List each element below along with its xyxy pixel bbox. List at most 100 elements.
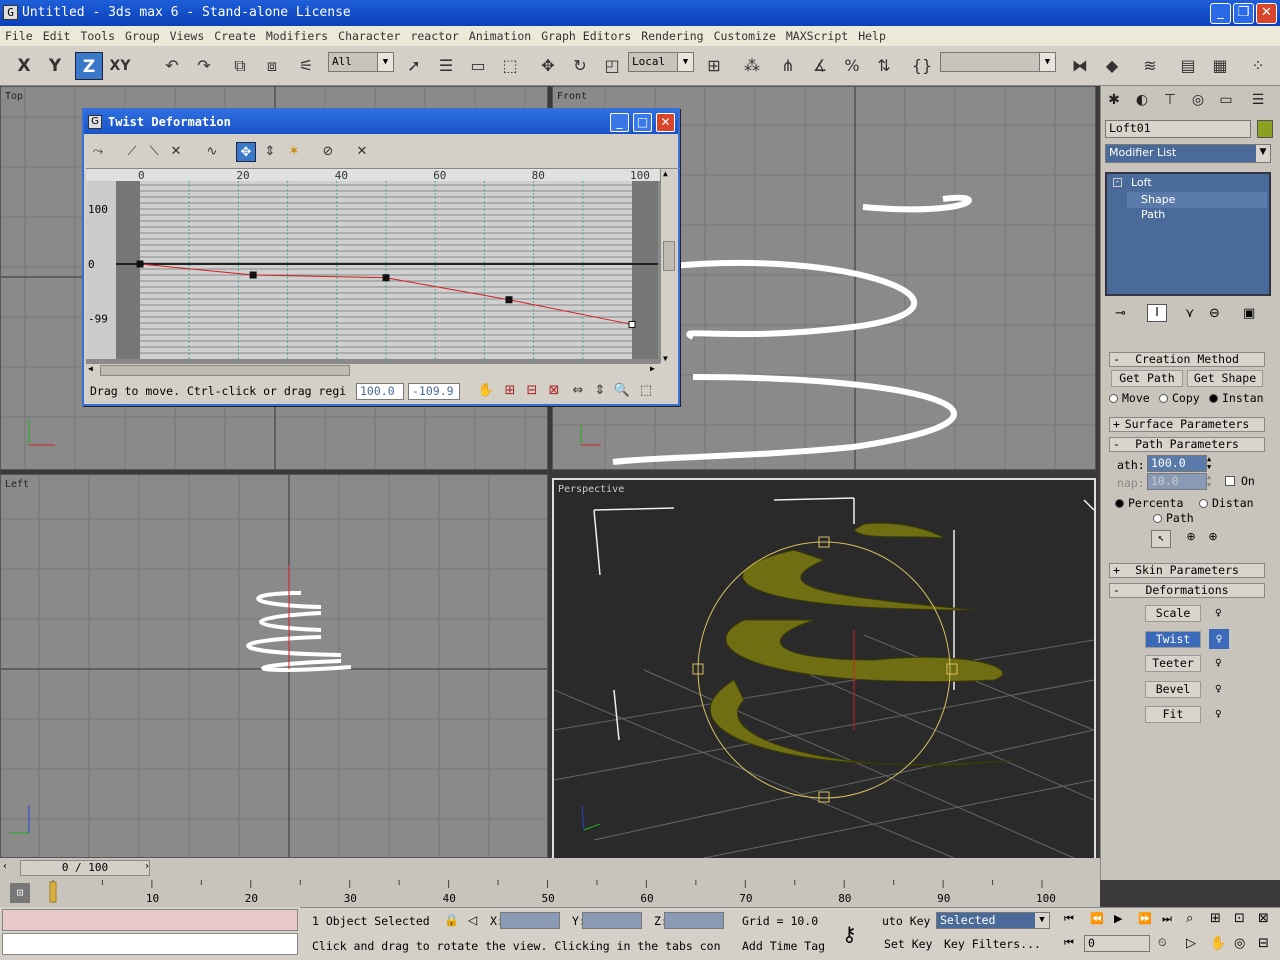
- scale-control-point-icon[interactable]: ⇕: [260, 142, 280, 162]
- select-by-name-icon[interactable]: ☰: [434, 52, 458, 80]
- utilities-tab-icon[interactable]: ☰: [1247, 92, 1269, 112]
- window-crossing-icon[interactable]: ⬚: [498, 52, 522, 80]
- collapse-icon[interactable]: -: [1113, 178, 1122, 187]
- pan-icon[interactable]: ✋: [476, 381, 496, 401]
- named-selection-dropdown[interactable]: ▼: [940, 52, 1056, 72]
- previous-frame-icon[interactable]: ⏪: [1090, 912, 1104, 925]
- key-filters-button[interactable]: Key Filters...: [944, 937, 1041, 951]
- maximize-viewport-icon[interactable]: ⊟: [1258, 936, 1269, 951]
- snap-icon[interactable]: ⋔: [776, 52, 800, 80]
- move-icon[interactable]: ✥: [536, 52, 560, 80]
- percent-snap-icon[interactable]: %: [840, 52, 864, 80]
- snap-spinner-field[interactable]: 10.0: [1147, 473, 1207, 490]
- control-point[interactable]: [628, 320, 636, 328]
- control-point[interactable]: [136, 260, 144, 268]
- show-end-result-icon[interactable]: I: [1147, 304, 1167, 322]
- modify-tab-icon[interactable]: ◐: [1131, 92, 1153, 112]
- auto-key-button[interactable]: uto Key: [882, 914, 930, 928]
- spinner-arrows-icon[interactable]: ▲ ▼: [1207, 455, 1217, 472]
- bevel-enable-bulb-icon[interactable]: ♀: [1215, 682, 1222, 695]
- pan-view-icon[interactable]: ✋: [1210, 936, 1226, 951]
- track-bar-icon[interactable]: ⊡: [10, 883, 30, 903]
- rollout-deformations[interactable]: - Deformations: [1109, 583, 1265, 598]
- menu-customize[interactable]: Customize: [709, 29, 781, 43]
- redo-icon[interactable]: ↷: [192, 52, 216, 80]
- menu-edit[interactable]: Edit: [38, 29, 76, 43]
- zoom-horizontal-extents-icon[interactable]: ⊟: [522, 381, 542, 401]
- go-to-end-icon[interactable]: ⏭: [1162, 912, 1172, 926]
- bevel-deform-button[interactable]: Bevel: [1145, 681, 1201, 698]
- rollout-surface-parameters[interactable]: + Surface Parameters: [1109, 417, 1265, 432]
- modifier-list-dropdown[interactable]: Modifier List ▼: [1105, 144, 1271, 163]
- y-value-field[interactable]: -109.9: [408, 383, 460, 400]
- rotate-icon[interactable]: ↻: [568, 52, 592, 80]
- get-shape-button[interactable]: Get Shape: [1187, 370, 1263, 387]
- dialog-title-bar[interactable]: Twist Deformation: [84, 110, 678, 134]
- move-control-point-icon[interactable]: ✥: [236, 142, 256, 162]
- viewport-label[interactable]: Front: [557, 91, 587, 102]
- insert-corner-point-icon[interactable]: ✶: [284, 142, 304, 162]
- zoom-all-icon[interactable]: ⊞: [1210, 911, 1221, 926]
- pick-shape-icon[interactable]: ↖: [1151, 530, 1171, 548]
- key-mode-toggle-icon[interactable]: ⏮: [1064, 936, 1074, 950]
- zoom-vertical-extents-icon[interactable]: ⊠: [544, 381, 564, 401]
- slider-left-arrow-icon[interactable]: ‹: [2, 861, 8, 872]
- menu-maxscript[interactable]: MAXScript: [781, 29, 853, 43]
- scroll-down-icon[interactable]: ▼: [663, 354, 668, 363]
- scroll-thumb[interactable]: [100, 365, 350, 376]
- link-icon[interactable]: ⧉: [228, 52, 252, 80]
- set-key-button[interactable]: Set Key: [884, 937, 932, 951]
- app-icon[interactable]: G: [3, 5, 18, 20]
- curve-editor-icon[interactable]: ▤: [1176, 52, 1200, 80]
- hierarchy-tab-icon[interactable]: ⊤: [1159, 92, 1181, 112]
- align-icon[interactable]: ◆: [1100, 52, 1124, 80]
- fit-deform-button[interactable]: Fit: [1145, 706, 1201, 723]
- absolute-mode-icon[interactable]: ◁: [468, 913, 477, 927]
- field-of-view-icon[interactable]: ▷: [1186, 936, 1196, 951]
- maximize-button[interactable]: ❐: [1233, 3, 1254, 24]
- minimize-button[interactable]: _: [1210, 3, 1231, 24]
- viewport-perspective[interactable]: Perspective: [552, 478, 1096, 860]
- mirror-icon[interactable]: ⧓: [1068, 52, 1092, 80]
- control-point[interactable]: [505, 296, 513, 304]
- menu-graph-editors[interactable]: Graph Editors: [536, 29, 636, 43]
- copy-radio[interactable]: Copy: [1159, 391, 1200, 405]
- dialog-minimize-button[interactable]: _: [610, 113, 629, 132]
- stack-item-path[interactable]: Path: [1141, 208, 1165, 221]
- current-frame-field[interactable]: 0: [1084, 935, 1150, 952]
- rollout-path-parameters[interactable]: - Path Parameters: [1109, 437, 1265, 452]
- unlink-icon[interactable]: ⧈: [260, 52, 284, 80]
- time-configuration-icon[interactable]: ⏲: [1158, 936, 1167, 950]
- rollout-skin-parameters[interactable]: + Skin Parameters: [1109, 563, 1265, 578]
- material-editor-icon[interactable]: ⁘: [1246, 52, 1270, 80]
- pin-stack-icon[interactable]: ⊸: [1115, 306, 1126, 321]
- named-selection-icon[interactable]: {}: [910, 52, 934, 80]
- menu-rendering[interactable]: Rendering: [636, 29, 708, 43]
- path-spinner-field[interactable]: 100.0: [1147, 455, 1207, 472]
- zoom-icon[interactable]: 🔍: [612, 381, 632, 401]
- scroll-right-icon[interactable]: ▶: [650, 364, 655, 373]
- rollout-creation-method[interactable]: - Creation Method: [1109, 352, 1265, 367]
- menu-reactor[interactable]: reactor: [405, 29, 463, 43]
- teeter-enable-bulb-icon[interactable]: ♀: [1215, 656, 1222, 669]
- swap-curves-icon[interactable]: ∿: [202, 142, 222, 162]
- control-point[interactable]: [382, 274, 390, 282]
- reset-curve-icon[interactable]: ✕: [352, 142, 372, 162]
- dialog-maximize-button[interactable]: □: [633, 113, 652, 132]
- scale-deform-button[interactable]: Scale: [1145, 605, 1201, 622]
- scroll-left-icon[interactable]: ◀: [88, 364, 93, 373]
- manipulate-icon[interactable]: ⁂: [740, 52, 764, 80]
- close-button[interactable]: ✕: [1256, 3, 1277, 24]
- menu-help[interactable]: Help: [853, 29, 891, 43]
- scroll-thumb[interactable]: [663, 241, 675, 271]
- maxscript-mini-listener-pink[interactable]: [2, 909, 298, 931]
- viewport-left[interactable]: Left: [0, 474, 548, 858]
- bind-spacewarp-icon[interactable]: ⚟: [294, 52, 318, 80]
- select-arrow-icon[interactable]: ➚: [402, 52, 426, 80]
- move-radio[interactable]: Move: [1109, 391, 1150, 405]
- spinner-snap-icon[interactable]: ⇅: [872, 52, 896, 80]
- configure-sets-icon[interactable]: ▣: [1243, 306, 1255, 321]
- make-unique-icon[interactable]: ⋎: [1185, 306, 1195, 321]
- lock-selection-icon[interactable]: 🔒: [444, 913, 459, 927]
- menu-views[interactable]: Views: [165, 29, 210, 43]
